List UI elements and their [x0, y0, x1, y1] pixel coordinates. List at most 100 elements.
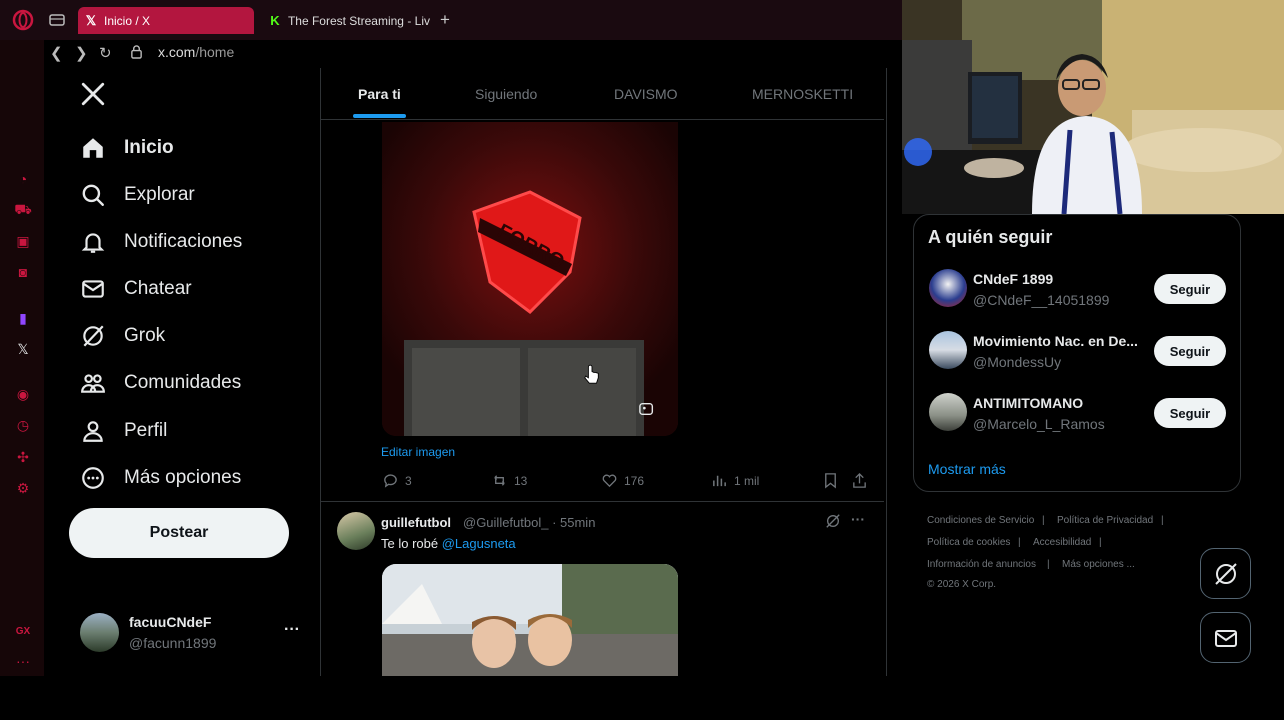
- footer-link-cookies[interactable]: Política de cookies: [927, 537, 1010, 548]
- forward-icon[interactable]: ❯: [75, 44, 88, 62]
- nav-label: Grok: [124, 325, 166, 346]
- x-sidebar-icon[interactable]: 𝕏: [14, 340, 32, 358]
- extensions-icon[interactable]: ✣: [14, 448, 32, 466]
- post-button[interactable]: Postear: [69, 508, 289, 558]
- nav-label: Más opciones: [124, 467, 242, 488]
- nav-label: Notificaciones: [124, 231, 243, 252]
- tab-switcher-icon[interactable]: [48, 11, 66, 29]
- post-image[interactable]: FORRO: [382, 122, 678, 436]
- nav-item-explorar[interactable]: Explorar: [80, 177, 195, 213]
- follow-avatar[interactable]: [929, 331, 967, 369]
- reload-icon[interactable]: ↻: [99, 44, 112, 62]
- nav-item-notificaciones[interactable]: Notificaciones: [80, 224, 242, 260]
- follow-avatar[interactable]: [929, 269, 967, 307]
- post-author-name[interactable]: guillefutbol: [381, 515, 451, 530]
- kick-favicon-icon: K: [270, 13, 280, 28]
- nav-item-chatear[interactable]: Chatear: [80, 271, 192, 307]
- gx-icon[interactable]: GX: [14, 622, 32, 640]
- reply-button[interactable]: 3: [382, 472, 412, 489]
- like-button[interactable]: 176: [601, 472, 644, 489]
- nav-item-comunidades[interactable]: Comunidades: [80, 365, 241, 401]
- footer-link-more[interactable]: Más opciones ...: [1062, 559, 1135, 570]
- tab-siguiendo[interactable]: Siguiendo: [475, 86, 537, 102]
- twitch-icon[interactable]: ▮: [14, 309, 32, 327]
- account-handle: @facunn1899: [129, 635, 217, 651]
- follow-name[interactable]: Movimiento Nac. en De...: [973, 333, 1138, 349]
- post-text-body: Te lo robé: [381, 536, 439, 551]
- views-button[interactable]: 1 mil: [711, 472, 759, 489]
- share-icon: [853, 472, 866, 488]
- mail-icon: [1214, 629, 1237, 647]
- shopping-icon[interactable]: ⛟: [14, 201, 32, 219]
- footer-link-ads[interactable]: Información de anuncios: [927, 559, 1036, 570]
- browser-tab-kick[interactable]: K The Forest Streaming - Liv: [262, 7, 430, 34]
- grok-float-button[interactable]: [1200, 548, 1251, 599]
- edit-image-link[interactable]: Editar imagen: [381, 445, 455, 459]
- messenger-icon[interactable]: ▣: [14, 232, 32, 250]
- back-icon[interactable]: ❮: [50, 44, 63, 62]
- active-tab-indicator: [353, 114, 406, 118]
- post-author-avatar[interactable]: [337, 512, 375, 550]
- communities-icon: [81, 374, 105, 393]
- post-author-handle[interactable]: @Guillefutbol_ · 55min: [463, 515, 595, 530]
- nav-item-inicio[interactable]: Inicio: [80, 130, 174, 166]
- mouse-cursor-icon: [583, 364, 601, 393]
- follow-button[interactable]: Seguir: [1154, 398, 1226, 428]
- follow-handle[interactable]: @Marcelo_L_Ramos: [973, 416, 1105, 432]
- footer-separator: |: [1018, 537, 1021, 548]
- views-icon: [713, 475, 726, 487]
- account-menu-button[interactable]: ···: [284, 621, 300, 639]
- footer-link-accessibility[interactable]: Accesibilidad: [1033, 537, 1091, 548]
- repost-icon: [494, 475, 505, 486]
- opera-logo-icon[interactable]: [12, 9, 34, 31]
- address-bar[interactable]: x.com/home: [158, 44, 234, 60]
- follow-button[interactable]: Seguir: [1154, 274, 1226, 304]
- nav-item-grok[interactable]: Grok: [80, 318, 165, 354]
- home-icon: [83, 138, 103, 158]
- follow-avatar[interactable]: [929, 393, 967, 431]
- footer-link-privacy[interactable]: Política de Privacidad: [1057, 515, 1153, 526]
- x-logo-icon[interactable]: [80, 81, 106, 112]
- play-circle-icon[interactable]: ◉: [14, 385, 32, 403]
- tabs-divider: [321, 119, 884, 120]
- image-edit-icon[interactable]: [638, 401, 658, 419]
- new-tab-button[interactable]: +: [440, 10, 450, 30]
- follow-handle[interactable]: @CNdeF__14051899: [973, 292, 1109, 308]
- follow-name[interactable]: ANTIMITOMANO: [973, 395, 1083, 411]
- reply-icon: [384, 474, 397, 488]
- more-dots-icon[interactable]: ···: [14, 652, 32, 670]
- follow-name[interactable]: CNdeF 1899: [973, 271, 1053, 287]
- nav-item-perfil[interactable]: Perfil: [80, 413, 167, 449]
- history-icon[interactable]: ◷: [14, 416, 32, 434]
- footer-separator: |: [1042, 515, 1045, 526]
- post-more-button[interactable]: ···: [851, 511, 865, 527]
- aria-icon[interactable]: ◔: [14, 170, 32, 188]
- repost-button[interactable]: 13: [491, 472, 527, 489]
- tab-davismo[interactable]: DAVISMO: [614, 86, 678, 102]
- follow-handle[interactable]: @MondessUy: [973, 354, 1061, 370]
- browser-tab-inicio[interactable]: 𝕏 Inicio / X: [78, 7, 254, 34]
- bookmark-button[interactable]: [822, 472, 845, 489]
- url-path: /home: [195, 44, 235, 60]
- lock-icon: [130, 44, 143, 64]
- follow-button[interactable]: Seguir: [1154, 336, 1226, 366]
- view-count: 1 mil: [734, 473, 760, 488]
- opera-sidebar: [0, 40, 44, 676]
- footer-link-terms[interactable]: Condiciones de Servicio: [927, 515, 1034, 526]
- post-photo[interactable]: [382, 564, 678, 676]
- reply-count: 3: [405, 473, 412, 488]
- show-more-link[interactable]: Mostrar más: [928, 461, 1006, 477]
- player-icon[interactable]: ◙: [14, 263, 32, 281]
- grok-icon: [1214, 562, 1237, 585]
- post-mention-link[interactable]: @Lagusneta: [442, 536, 516, 551]
- avatar[interactable]: [80, 613, 119, 652]
- grok-post-icon[interactable]: [825, 513, 841, 534]
- nav-label: Comunidades: [124, 372, 242, 393]
- settings-icon[interactable]: ⚙: [14, 479, 32, 497]
- messages-float-button[interactable]: [1200, 612, 1251, 663]
- nav-item-mas-opciones[interactable]: Más opciones: [80, 460, 241, 496]
- tab-mernosketti[interactable]: MERNOSKETTI: [752, 86, 853, 102]
- share-button[interactable]: [851, 472, 874, 489]
- nav-label: Chatear: [124, 278, 192, 299]
- tab-para-ti[interactable]: Para ti: [358, 86, 401, 102]
